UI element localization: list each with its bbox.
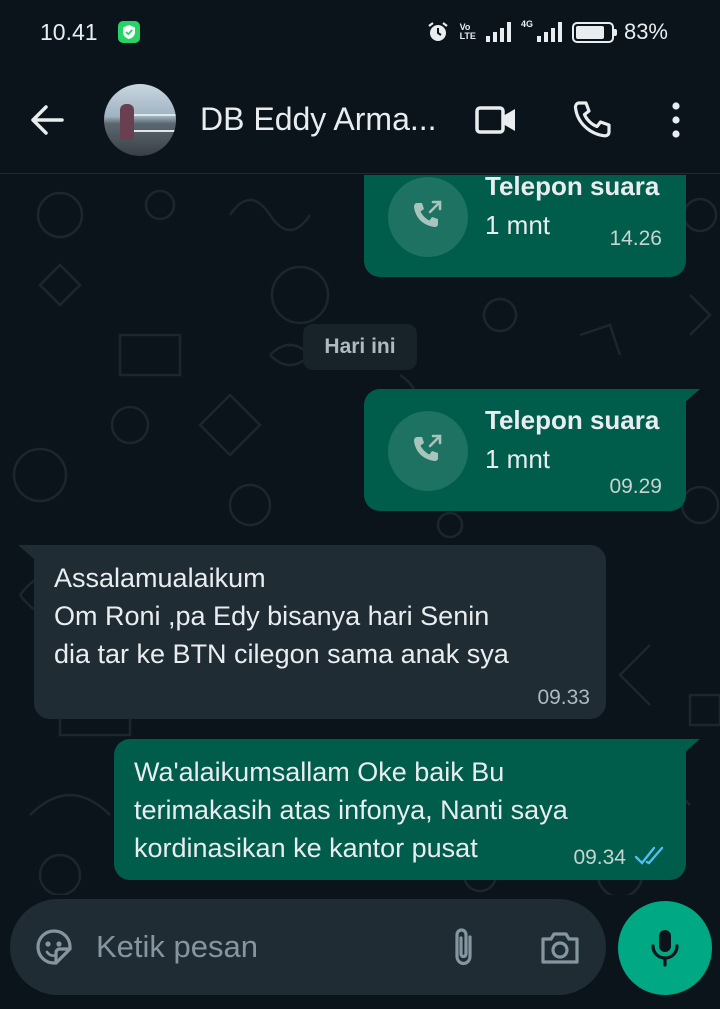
battery-percentage: 83%	[623, 19, 668, 44]
signal-icon-2	[536, 22, 562, 42]
call-duration: 1 mnt	[485, 210, 551, 240]
contact-name[interactable]: DB Eddy Arma...	[200, 101, 450, 138]
more-vertical-icon	[672, 102, 680, 138]
status-time: 10.41	[40, 19, 98, 45]
chat-header: DB Eddy Arma...	[0, 64, 720, 174]
message-time: 14.26	[609, 227, 662, 250]
incoming-message-bubble[interactable]: Assalamualaikum Om Roni ,pa Edy bisanya …	[34, 545, 606, 719]
paperclip-icon	[455, 928, 472, 966]
status-icons: Vo LTE 4G 83%	[426, 18, 668, 46]
outgoing-call-icon	[414, 434, 442, 461]
more-options-button[interactable]	[654, 98, 698, 142]
message-time: 09.33	[537, 686, 590, 709]
arrow-left-icon	[31, 105, 64, 135]
emoji-button[interactable]	[32, 925, 76, 969]
shield-icon	[118, 21, 140, 43]
camera-icon	[541, 932, 579, 964]
camera-button[interactable]	[538, 925, 582, 969]
voice-call-button[interactable]	[570, 98, 614, 142]
network-type: 4G	[520, 19, 533, 29]
alarm-icon	[427, 22, 448, 41]
video-camera-icon	[475, 106, 515, 134]
message-input[interactable]: Ketik pesan	[10, 899, 606, 995]
double-check-icon	[634, 846, 664, 865]
message-time: 09.34	[573, 846, 626, 869]
back-button[interactable]	[26, 100, 70, 140]
attach-button[interactable]	[444, 925, 484, 969]
bubble-tail	[18, 545, 34, 559]
volte-indicator: Vo LTE	[459, 22, 476, 41]
call-bubble-1[interactable]: Telepon suara 1 mnt 14.26	[364, 175, 686, 277]
call-title: Telepon suara	[485, 175, 660, 201]
outgoing-call-icon	[414, 200, 442, 227]
bubble-tail	[684, 389, 700, 403]
input-bar: Ketik pesan	[0, 895, 720, 1009]
chat-messages[interactable]: Telepon suara 1 mnt 14.26 Hari ini Telep…	[0, 175, 720, 895]
outgoing-message-bubble[interactable]: Wa'alaikumsallam Oke baik Bu terimakasih…	[114, 739, 686, 880]
call-icon-circle	[388, 411, 468, 491]
microphone-icon	[651, 930, 679, 967]
video-call-button[interactable]	[474, 98, 518, 142]
bubble-tail	[684, 739, 700, 753]
date-chip: Hari ini	[303, 324, 417, 370]
signal-icon	[485, 22, 511, 42]
voice-message-button[interactable]	[618, 901, 712, 995]
call-duration: 1 mnt	[485, 444, 551, 474]
contact-avatar[interactable]	[104, 84, 176, 156]
phone-icon	[573, 101, 611, 138]
message-input-placeholder: Ketik pesan	[96, 929, 258, 964]
battery-icon	[571, 21, 617, 43]
call-bubble-2[interactable]: Telepon suara 1 mnt 09.29	[364, 389, 686, 511]
sticker-icon	[36, 929, 72, 965]
status-bar: 10.41 Vo LTE 4G 83%	[0, 0, 720, 64]
message-time: 09.29	[609, 475, 662, 498]
call-icon-circle	[388, 177, 468, 257]
message-text: Assalamualaikum Om Roni ,pa Edy bisanya …	[54, 563, 509, 669]
call-title: Telepon suara	[485, 405, 660, 435]
